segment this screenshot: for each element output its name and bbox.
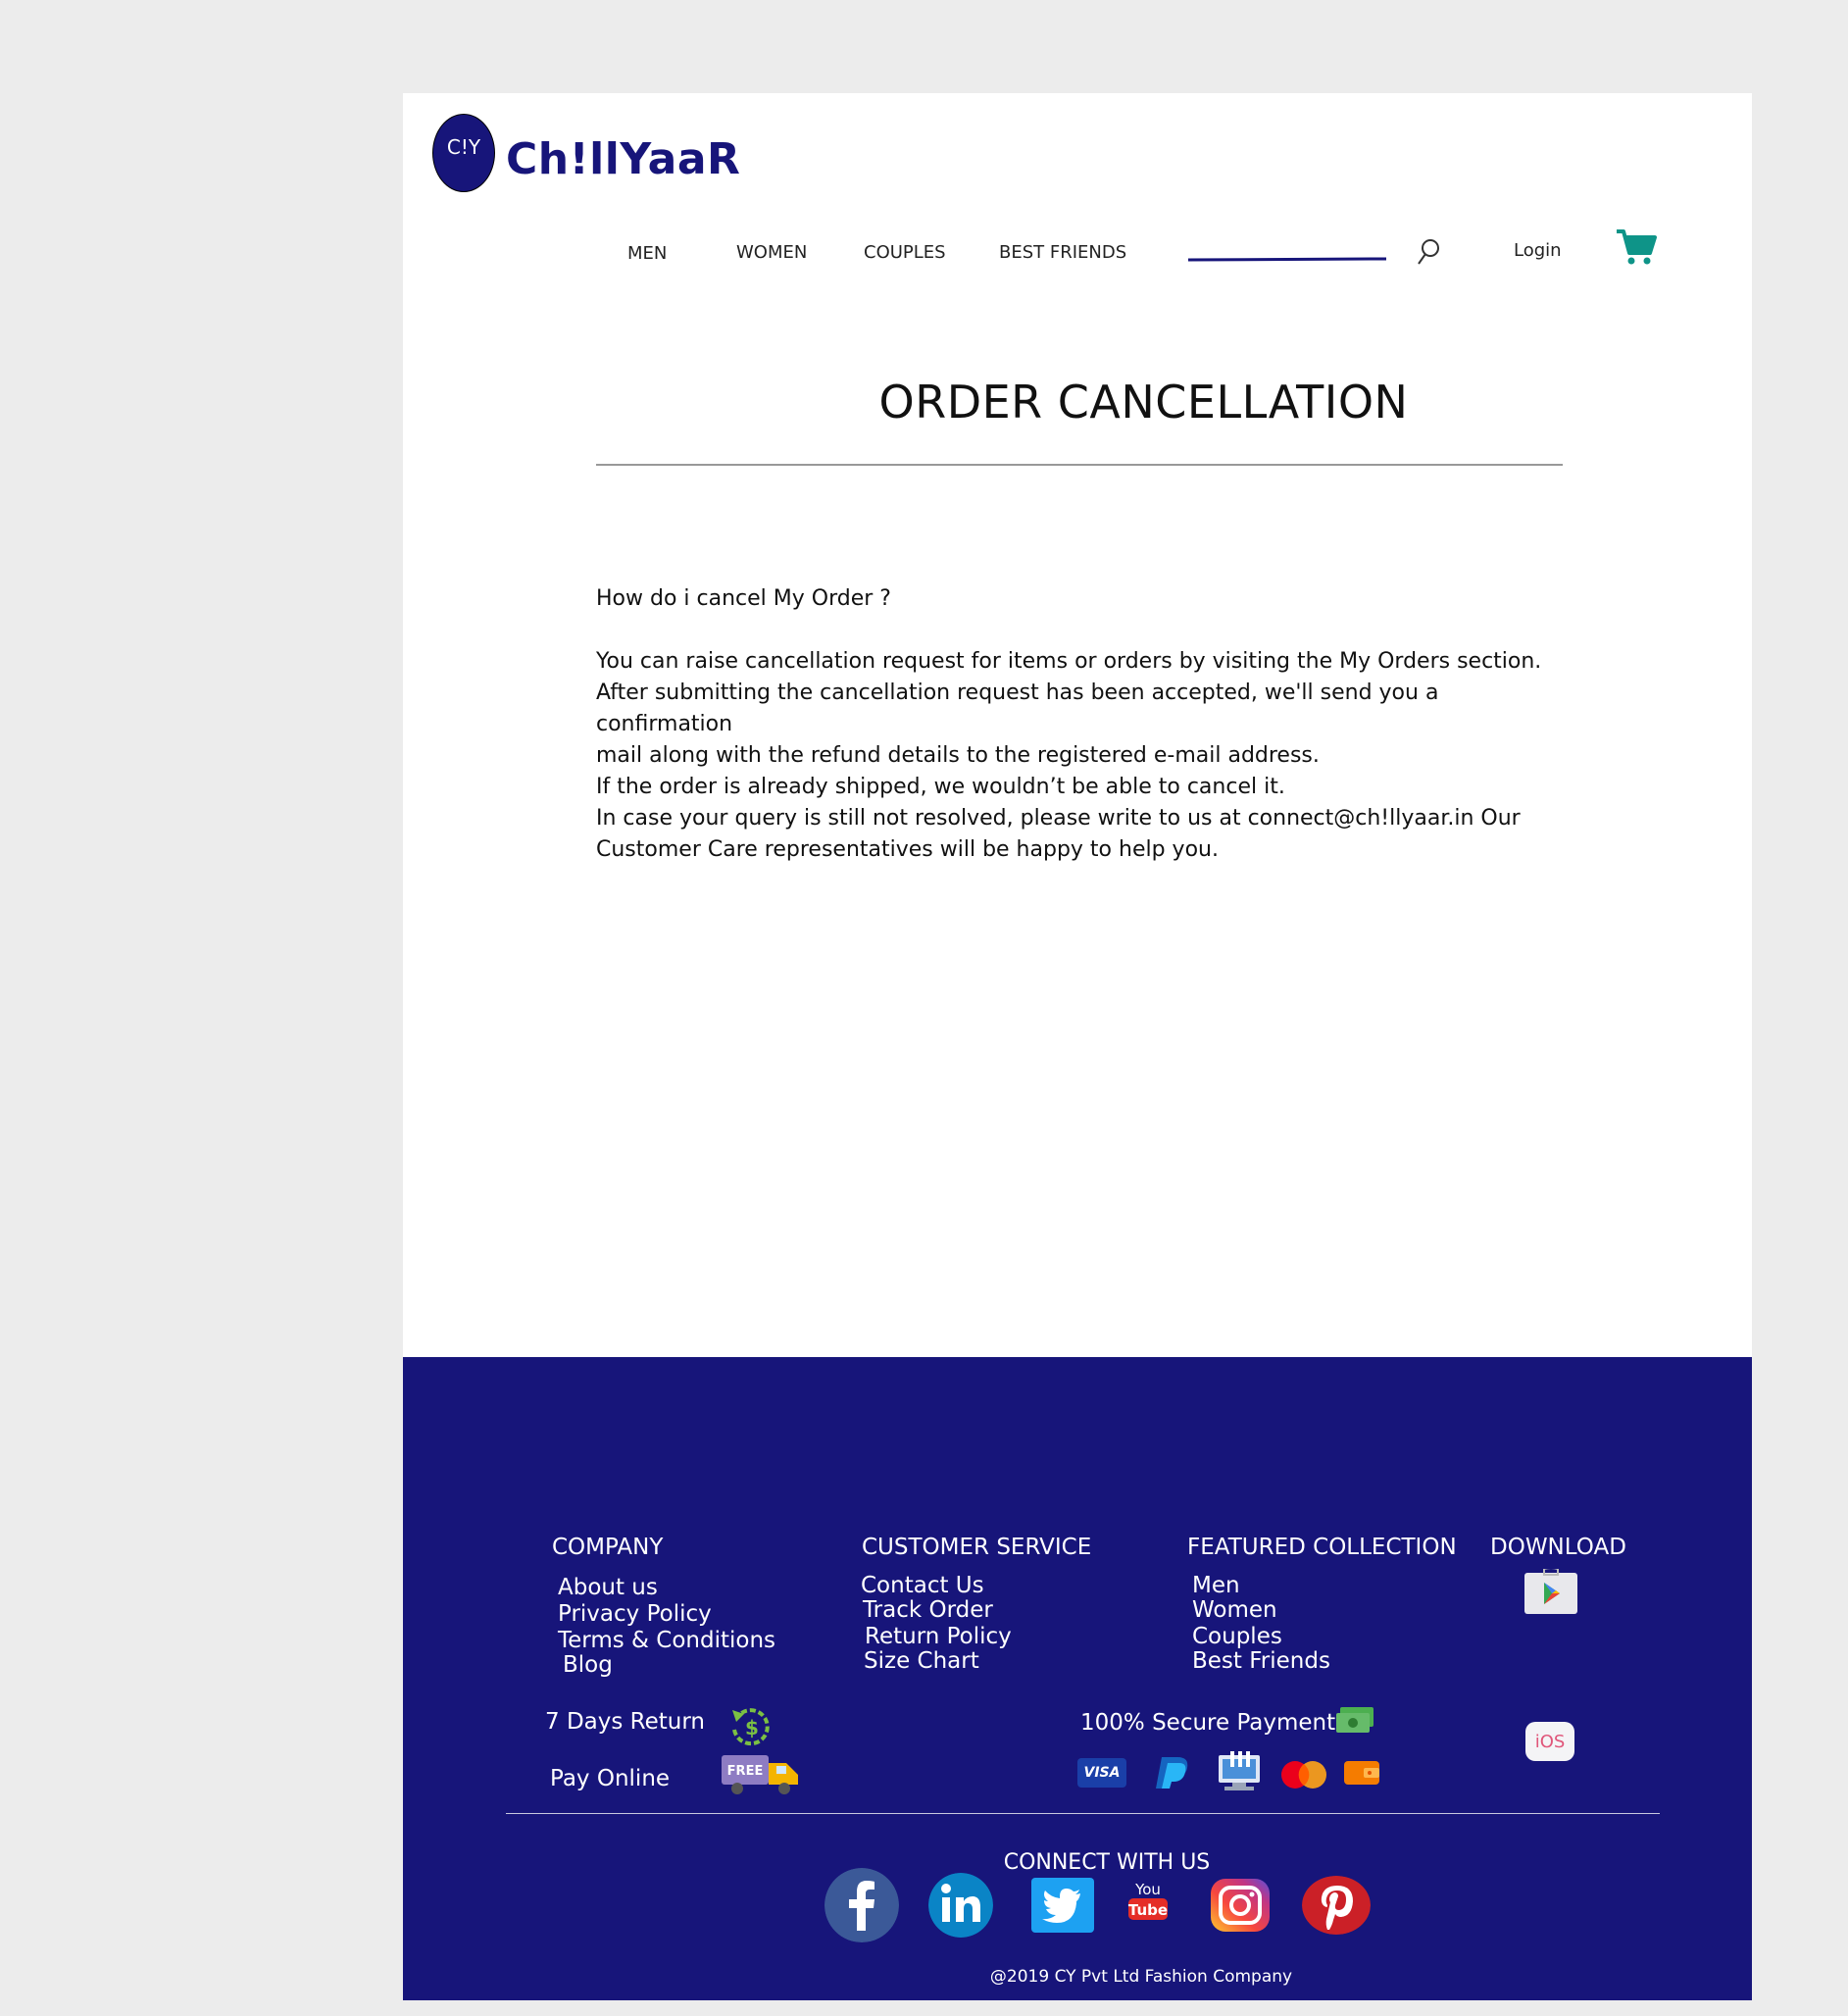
footer-link-track-order[interactable]: Track Order — [863, 1597, 993, 1623]
cash-icon — [1336, 1707, 1374, 1733]
search-icon[interactable] — [1415, 236, 1442, 270]
wallet-icon — [1344, 1761, 1379, 1785]
footer-link-best-friends[interactable]: Best Friends — [1192, 1648, 1330, 1674]
twitter-icon[interactable] — [1031, 1878, 1094, 1933]
footer-link-couples[interactable]: Couples — [1192, 1624, 1282, 1649]
faq-question: How do i cancel My Order ? — [596, 586, 891, 611]
footer-link-privacy[interactable]: Privacy Policy — [558, 1601, 712, 1627]
faq-answer-line: If the order is already shipped, we woul… — [596, 775, 1285, 799]
net-banking-icon — [1219, 1751, 1260, 1790]
ios-label: iOS — [1534, 1731, 1566, 1752]
pay-online: Pay Online — [550, 1766, 671, 1791]
footer-link-return-policy[interactable]: Return Policy — [865, 1624, 1012, 1649]
facebook-icon[interactable] — [824, 1868, 899, 1942]
youtube-icon[interactable]: You Tube — [1126, 1879, 1170, 1924]
footer-featured-heading: FEATURED COLLECTION — [1187, 1535, 1457, 1560]
svg-text:$: $ — [745, 1716, 759, 1739]
youtube-you-label: You — [1134, 1881, 1161, 1898]
search-input[interactable] — [1187, 257, 1387, 262]
brand-name[interactable]: Ch!llYaaR — [506, 134, 740, 184]
google-play-icon[interactable] — [1524, 1569, 1577, 1614]
footer-link-blog[interactable]: Blog — [563, 1652, 613, 1678]
footer-divider — [506, 1813, 1660, 1814]
content-body: How do i cancel My Order ? You can raise… — [596, 583, 1567, 866]
youtube-tube-label: Tube — [1128, 1901, 1168, 1919]
login-link[interactable]: Login — [1514, 240, 1562, 261]
instagram-icon[interactable] — [1209, 1877, 1272, 1934]
app-store-ios-icon[interactable]: iOS — [1525, 1722, 1574, 1761]
free-label: FREE — [727, 1764, 764, 1779]
money-return-icon: $ — [732, 1708, 770, 1746]
copyright: @2019 CY Pvt Ltd Fashion Company — [989, 1967, 1293, 1987]
nav-women[interactable]: WOMEN — [736, 242, 807, 263]
connect-heading: CONNECT WITH US — [1003, 1850, 1211, 1875]
faq-answer-line: You can raise cancellation request for i… — [596, 649, 1542, 674]
footer-link-about[interactable]: About us — [558, 1575, 658, 1600]
title-divider — [596, 464, 1563, 466]
nav-best-friends[interactable]: BEST FRIENDS — [999, 242, 1126, 263]
logo-mark[interactable]: C!Y — [432, 114, 495, 192]
footer-link-contact[interactable]: Contact Us — [861, 1573, 984, 1598]
footer-link-women[interactable]: Women — [1192, 1597, 1277, 1623]
footer-link-men[interactable]: Men — [1192, 1573, 1240, 1598]
logo-mark-text: C!Y — [446, 135, 481, 159]
faq-answer-line: After submitting the cancellation reques… — [596, 680, 1439, 736]
footer-link-size-chart[interactable]: Size Chart — [864, 1648, 979, 1674]
linkedin-icon[interactable] — [928, 1873, 993, 1938]
visa-icon: VISA — [1077, 1758, 1126, 1788]
nav-men[interactable]: MEN — [627, 243, 667, 264]
secure-payment-label: 100% Secure Payment — [1080, 1710, 1336, 1736]
footer: COMPANY About us Privacy Policy Terms & … — [403, 1357, 1752, 2000]
footer-customer-service-heading: CUSTOMER SERVICE — [862, 1535, 1092, 1560]
mastercard-icon — [1281, 1761, 1326, 1789]
faq-answer-line: In case your query is still not resolved… — [596, 806, 1521, 831]
free-delivery-truck-icon: FREE — [722, 1755, 798, 1794]
faq-answer-line: mail along with the refund details to th… — [596, 743, 1320, 768]
footer-download-heading: DOWNLOAD — [1490, 1535, 1626, 1560]
paypal-icon — [1156, 1757, 1188, 1789]
cart-icon[interactable] — [1615, 227, 1658, 267]
visa-label: VISA — [1083, 1765, 1121, 1781]
pinterest-icon[interactable] — [1302, 1876, 1371, 1935]
footer-link-terms[interactable]: Terms & Conditions — [558, 1628, 775, 1653]
seven-days-return: 7 Days Return — [545, 1709, 705, 1735]
page: C!Y Ch!llYaaR MEN WOMEN COUPLES BEST FRI… — [403, 93, 1752, 2000]
footer-company-heading: COMPANY — [552, 1535, 664, 1560]
nav-couples[interactable]: COUPLES — [864, 242, 946, 263]
page-title: ORDER CANCELLATION — [878, 376, 1409, 428]
faq-answer-line: Customer Care representatives will be ha… — [596, 837, 1219, 862]
